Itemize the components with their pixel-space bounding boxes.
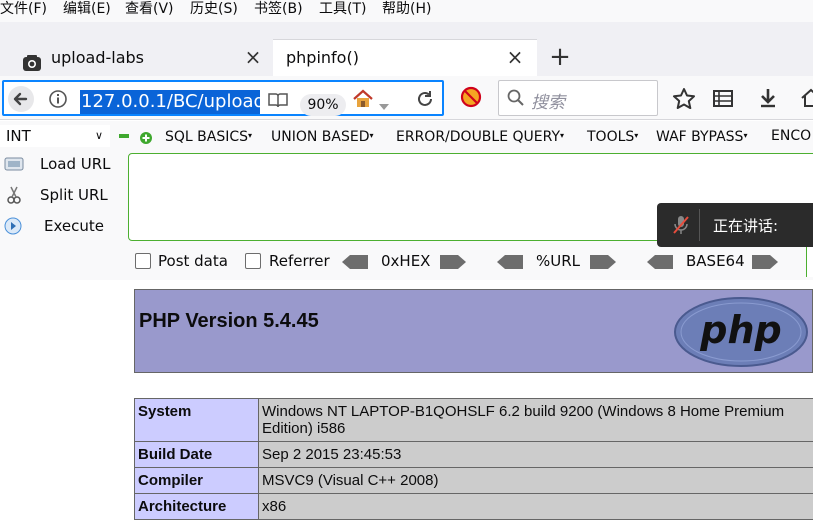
table-cell-value: Windows NT LAPTOP-B1QOHSLF 6.2 build 920… [258,398,813,442]
dropdown-icon[interactable] [378,96,390,110]
table-cell-value: Sep 2 2015 23:45:53 [258,441,813,468]
hackbar-panel: INT ∨ SQL BASICS▾ UNION BASED▾ ERROR/DOU… [0,121,813,280]
load-url-button[interactable]: Load URL [0,151,115,177]
zoom-level[interactable]: 90% [300,94,346,116]
php-header: PHP Version 5.4.45 php [134,289,813,373]
menu-waf-bypass[interactable]: WAF BYPASS▾ [656,127,747,146]
hex-label: 0xHEX [381,252,431,270]
table-cell-value: MSVC9 (Visual C++ 2008) [258,467,813,494]
home-toolbar-icon[interactable] [800,88,813,108]
search-icon [507,89,525,107]
table-cell-value: x86 [258,493,813,520]
load-url-icon [4,155,24,173]
table-cell-key: System [134,398,259,442]
speaking-popup: 正在讲话: [657,203,813,247]
menu-tools[interactable]: TOOLS▾ [587,127,638,146]
menu-edit[interactable]: 编辑(E) [63,0,111,22]
close-icon[interactable]: × [506,40,524,76]
tab-strip: upload-labs × phpinfo() × + [0,22,813,76]
divider [699,209,700,241]
url-encode-label: %URL [536,252,581,270]
search-input[interactable]: 搜索 [498,80,658,116]
injection-type-select[interactable]: INT ∨ [0,125,110,147]
hex-encode-arrow-icon[interactable] [440,254,466,269]
menu-union-based[interactable]: UNION BASED▾ [271,127,374,146]
home-icon[interactable] [352,88,374,110]
menu-error-double-query[interactable]: ERROR/DOUBLE QUERY▾ [396,127,564,146]
table-cell-key: Build Date [134,441,259,468]
tab-title: upload-labs [51,48,145,67]
url-decode-arrow-icon[interactable] [497,254,523,269]
reader-view-icon[interactable] [267,91,289,109]
plus-icon[interactable] [140,129,152,144]
menu-sql-basics[interactable]: SQL BASICS▾ [165,127,252,146]
url-text[interactable]: 127.0.0.1/BC/upload-l [80,90,260,114]
referrer-field-edge[interactable] [806,245,813,277]
base64-encode-arrow-icon[interactable] [752,254,778,269]
close-icon[interactable]: × [244,40,262,76]
info-icon[interactable] [48,89,68,109]
menu-history[interactable]: 历史(S) [190,0,238,22]
execute-button[interactable]: Execute [0,213,115,239]
muted-mic-icon[interactable] [671,214,691,236]
load-url-label: Load URL [40,155,111,173]
page-title: PHP Version 5.4.45 [139,310,319,332]
chevron-down-icon: ∨ [95,129,104,142]
base64-label: BASE64 [686,252,745,270]
menu-bar: 文件(F) 编辑(E) 查看(V) 历史(S) 书签(B) 工具(T) 帮助(H… [0,0,813,22]
post-data-label: Post data [158,252,228,270]
post-data-checkbox[interactable] [135,253,151,269]
table-cell-key: Compiler [134,467,259,494]
execute-label: Execute [44,217,104,235]
table-row: Compiler MSVC9 (Visual C++ 2008) [134,467,813,494]
referrer-checkbox[interactable] [245,253,261,269]
base64-decode-arrow-icon[interactable] [647,254,673,269]
url-encode-arrow-icon[interactable] [590,254,616,269]
php-logo-text: php [699,308,781,352]
split-url-button[interactable]: Split URL [0,182,115,208]
split-url-icon [6,185,22,205]
menu-file[interactable]: 文件(F) [0,0,47,22]
reload-icon[interactable] [415,89,435,109]
bookmark-star-icon[interactable] [672,87,696,110]
execute-icon [4,217,22,235]
tab-favicon-icon [22,49,42,71]
table-row: System Windows NT LAPTOP-B1QOHSLF 6.2 bu… [134,398,813,442]
navigation-bar: 127.0.0.1/BC/upload-l 90% 搜索 [0,76,813,120]
new-tab-plus-icon[interactable]: + [548,40,572,76]
table-row: Architecture x86 [134,493,813,520]
tab-phpinfo[interactable]: phpinfo() × [273,40,537,76]
hex-decode-arrow-icon[interactable] [342,254,368,269]
back-arrow-icon[interactable] [8,86,34,112]
php-logo[interactable]: php [673,296,809,368]
url-bar[interactable]: 127.0.0.1/BC/upload-l 90% [2,80,444,116]
download-icon[interactable] [757,87,779,109]
menu-help[interactable]: 帮助(H) [382,0,431,22]
blocked-script-icon[interactable] [460,86,482,108]
tab-title: phpinfo() [286,48,359,67]
menu-bookmarks[interactable]: 书签(B) [254,0,303,22]
library-icon[interactable] [712,88,734,108]
minus-icon[interactable] [119,134,129,138]
referrer-label: Referrer [269,252,330,270]
speaking-label: 正在讲话: [713,217,779,235]
menu-view[interactable]: 查看(V) [125,0,174,22]
table-row: Build Date Sep 2 2015 23:45:53 [134,441,813,468]
tab-upload-labs[interactable]: upload-labs × [0,40,272,76]
menu-encoding[interactable]: ENCO [771,127,811,145]
split-url-label: Split URL [40,186,108,204]
search-placeholder: 搜索 [531,93,565,113]
php-info-table: System Windows NT LAPTOP-B1QOHSLF 6.2 bu… [134,398,813,520]
menu-tools[interactable]: 工具(T) [319,0,366,22]
table-cell-key: Architecture [134,493,259,520]
select-value: INT [6,127,31,145]
